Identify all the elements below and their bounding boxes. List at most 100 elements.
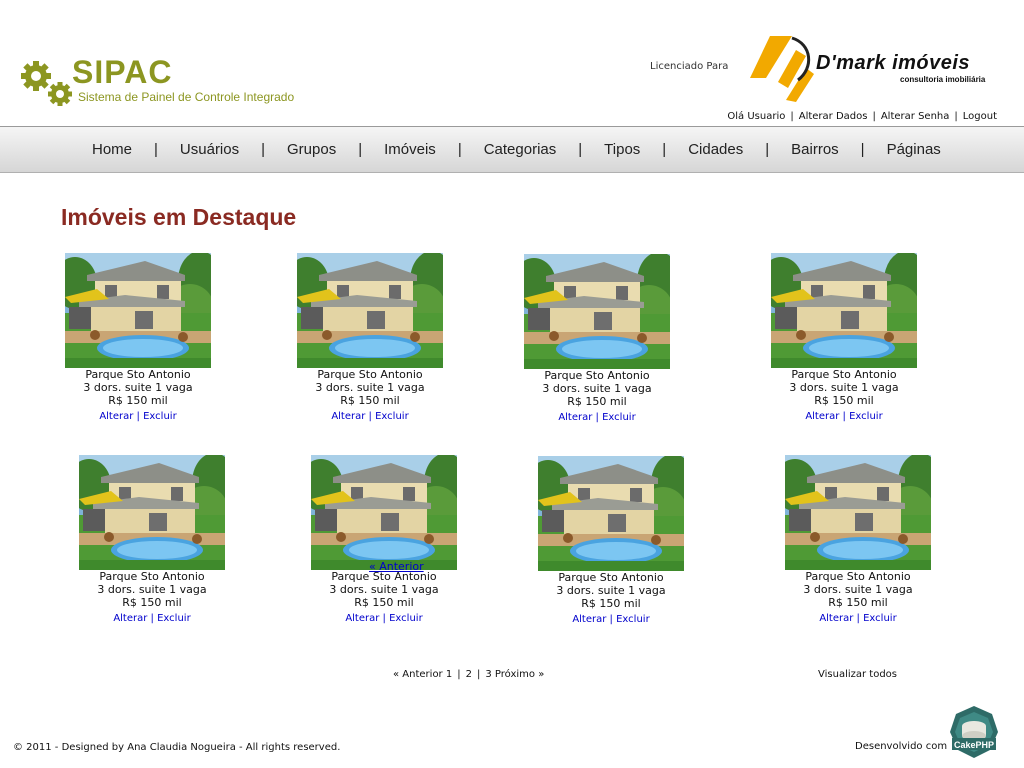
listing-price: R$ 150 mil	[340, 394, 400, 407]
nav-separator: |	[358, 141, 363, 158]
change-password-link[interactable]: Alterar Senha	[881, 111, 950, 122]
property-photo[interactable]	[538, 456, 684, 571]
action-separator: |	[856, 613, 860, 624]
listing-name: Parque Sto Antonio	[558, 571, 664, 584]
nav-item-usuarios[interactable]: Usuários	[180, 141, 239, 158]
nav-separator: |	[261, 141, 266, 158]
nav-item-bairros[interactable]: Bairros	[791, 141, 839, 158]
listing-price: R$ 150 mil	[581, 597, 641, 610]
property-photo[interactable]	[311, 455, 457, 570]
nav-separator: |	[662, 141, 667, 158]
action-separator: |	[595, 412, 599, 423]
listing-actions: Alterar | Excluir	[294, 613, 474, 624]
nav-item-paginas[interactable]: Páginas	[887, 141, 941, 158]
page-link[interactable]: 3	[485, 669, 491, 680]
property-photo[interactable]	[79, 455, 225, 570]
nav-item-tipos[interactable]: Tipos	[604, 141, 640, 158]
nav-separator: |	[860, 141, 865, 158]
cakephp-logo-icon[interactable]: CakePHP	[948, 704, 1000, 760]
edit-link[interactable]: Alterar	[572, 614, 606, 625]
listing-actions: Alterar | Excluir	[754, 411, 934, 422]
delete-link[interactable]: Excluir	[863, 613, 897, 624]
view-all-link[interactable]: Visualizar todos	[818, 669, 897, 680]
powered-logo-text: CakePHP	[954, 740, 994, 750]
main-nav: Home | Usuários | Grupos | Imóveis | Categor…	[0, 126, 1024, 173]
app-title: SIPAC	[72, 54, 173, 90]
delete-link[interactable]: Excluir	[389, 613, 423, 624]
edit-link[interactable]: Alterar	[345, 613, 379, 624]
listing-actions: Alterar | Excluir	[280, 411, 460, 422]
page-link[interactable]: 1	[446, 669, 452, 680]
user-greeting-link[interactable]: Olá Usuario	[727, 111, 785, 122]
nav-separator: |	[578, 141, 583, 158]
property-photo[interactable]	[297, 253, 443, 368]
action-separator: |	[842, 411, 846, 422]
listing-card: Parque Sto Antonio 3 dors. suite 1 vaga …	[768, 455, 948, 624]
dmark-logo-icon	[750, 36, 814, 102]
edit-link[interactable]: Alterar	[819, 613, 853, 624]
nav-separator: |	[765, 141, 770, 158]
listing-price: R$ 150 mil	[828, 596, 888, 609]
delete-link[interactable]: Excluir	[157, 613, 191, 624]
listing-card: Parque Sto Antonio 3 dors. suite 1 vaga …	[521, 456, 701, 625]
listing-name: Parque Sto Antonio	[85, 368, 191, 381]
page-link[interactable]: 2	[466, 669, 472, 680]
delete-link[interactable]: Excluir	[849, 411, 883, 422]
edit-link[interactable]: Alterar	[99, 411, 133, 422]
listing-details: 3 dors. suite 1 vaga	[329, 583, 439, 596]
property-photo[interactable]	[771, 253, 917, 368]
listing-name: Parque Sto Antonio	[317, 368, 423, 381]
edit-link[interactable]: Alterar	[331, 411, 365, 422]
sipac-logo[interactable]: SIPAC Sistema de Painel de Controle Inte…	[20, 52, 320, 112]
listing-details: 3 dors. suite 1 vaga	[83, 381, 193, 394]
listing-details: 3 dors. suite 1 vaga	[803, 583, 913, 596]
separator: |	[872, 111, 876, 122]
listing-details: 3 dors. suite 1 vaga	[542, 382, 652, 395]
listing-name: Parque Sto Antonio	[544, 369, 650, 382]
nav-separator: |	[154, 141, 158, 158]
logout-link[interactable]: Logout	[963, 111, 997, 122]
stray-previous-link[interactable]: « Anterior	[369, 560, 424, 573]
listing-details: 3 dors. suite 1 vaga	[556, 584, 666, 597]
licensed-label: Licenciado Para	[650, 61, 729, 72]
edit-profile-link[interactable]: Alterar Dados	[799, 111, 868, 122]
property-photo[interactable]	[524, 254, 670, 369]
listing-details: 3 dors. suite 1 vaga	[315, 381, 425, 394]
user-links: Olá Usuario | Alterar Dados | Alterar Senha |…	[727, 111, 997, 122]
delete-link[interactable]: Excluir	[602, 412, 636, 423]
nav-item-imoveis[interactable]: Imóveis	[384, 141, 436, 158]
prev-page-link[interactable]: « Anterior	[393, 669, 443, 680]
app-subtitle: Sistema de Painel de Controle Integrado	[78, 90, 295, 104]
dmark-brand[interactable]: D'mark imóveis consultoria imobiliária	[748, 34, 998, 104]
nav-item-home[interactable]: Home	[92, 141, 132, 158]
edit-link[interactable]: Alterar	[558, 412, 592, 423]
listing-details: 3 dors. suite 1 vaga	[789, 381, 899, 394]
action-separator: |	[136, 411, 140, 422]
listing-actions: Alterar | Excluir	[507, 412, 687, 423]
action-separator: |	[150, 613, 154, 624]
brand-name: D'mark imóveis	[816, 52, 971, 74]
listing-actions: Alterar | Excluir	[768, 613, 948, 624]
edit-link[interactable]: Alterar	[113, 613, 147, 624]
listing-card: Parque Sto Antonio 3 dors. suite 1 vaga …	[62, 455, 242, 624]
nav-item-categorias[interactable]: Categorias	[484, 141, 557, 158]
property-photo[interactable]	[785, 455, 931, 570]
nav-item-cidades[interactable]: Cidades	[688, 141, 743, 158]
edit-link[interactable]: Alterar	[805, 411, 839, 422]
listing-actions: Alterar | Excluir	[521, 614, 701, 625]
next-page-link[interactable]: Próximo »	[495, 669, 544, 680]
listing-actions: Alterar | Excluir	[62, 613, 242, 624]
property-photo[interactable]	[65, 253, 211, 368]
developed-with-label: Desenvolvido com	[855, 741, 948, 752]
listing-name: Parque Sto Antonio	[99, 570, 205, 583]
delete-link[interactable]: Excluir	[143, 411, 177, 422]
footer-copyright: © 2011 - Designed by Ana Claudia Nogueir…	[13, 742, 341, 753]
listing-card: Parque Sto Antonio 3 dors. suite 1 vaga …	[280, 253, 460, 422]
delete-link[interactable]: Excluir	[375, 411, 409, 422]
separator: |	[954, 111, 958, 122]
action-separator: |	[609, 614, 613, 625]
page-title: Imóveis em Destaque	[61, 204, 297, 230]
nav-item-grupos[interactable]: Grupos	[287, 141, 336, 158]
delete-link[interactable]: Excluir	[616, 614, 650, 625]
page-separator: |	[476, 669, 481, 680]
